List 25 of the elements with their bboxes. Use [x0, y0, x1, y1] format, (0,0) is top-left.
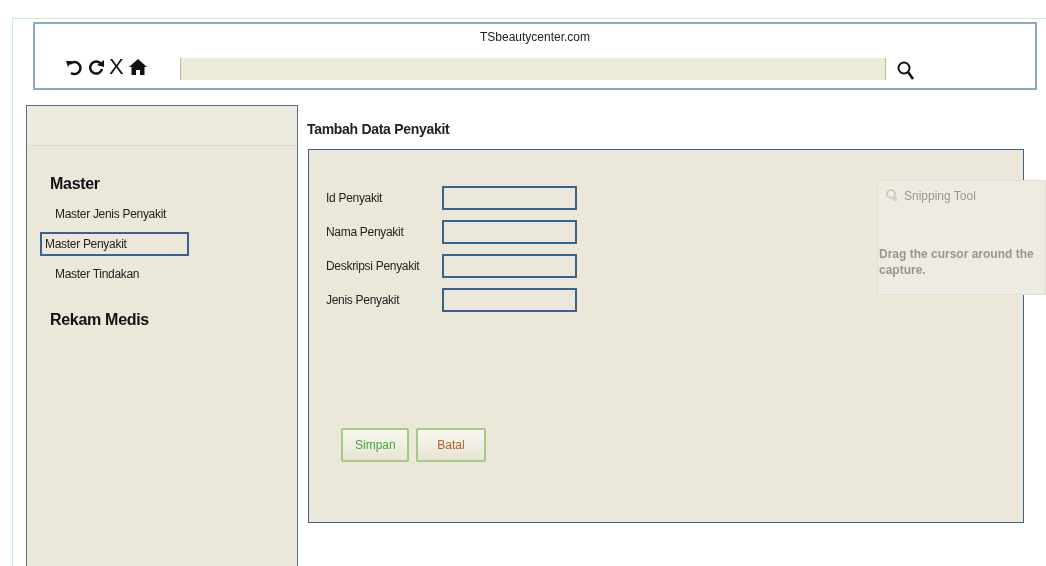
input-field[interactable] — [442, 254, 577, 278]
window-title: TSbeautycenter.com — [479, 29, 591, 46]
cancel-button[interactable]: Batal — [416, 428, 486, 462]
sidebar-item[interactable]: Master Penyakit — [40, 232, 189, 256]
input-field[interactable] — [442, 220, 577, 244]
sidebar-item[interactable]: Master Tindakan — [40, 262, 142, 286]
overlay-text: Drag the cursor around the — [879, 246, 1034, 262]
overlay-text: capture. — [879, 262, 926, 278]
sidebar-item[interactable]: Master Jenis Penyakit — [40, 202, 169, 226]
form-title: Tambah Data Penyakit — [307, 120, 450, 139]
search-icon[interactable] — [897, 61, 915, 81]
field-label: Jenis Penyakit — [326, 292, 401, 309]
input-field[interactable] — [442, 288, 577, 312]
field-label: Nama Penyakit — [326, 224, 405, 241]
undo-icon[interactable] — [65, 58, 83, 76]
input-field[interactable] — [442, 186, 577, 210]
home-icon[interactable] — [127, 58, 148, 76]
address-field[interactable] — [180, 58, 886, 80]
sidebar-heading: Rekam Medis — [50, 310, 149, 330]
field-label: Deskripsi Penyakit — [326, 258, 421, 275]
reload-icon[interactable] — [87, 58, 105, 76]
stop-button[interactable]: X — [109, 57, 124, 77]
field-label: Id Penyakit — [326, 190, 384, 207]
overlay-title: Snipping Tool — [904, 188, 976, 205]
sidebar-heading: Master — [50, 174, 100, 194]
